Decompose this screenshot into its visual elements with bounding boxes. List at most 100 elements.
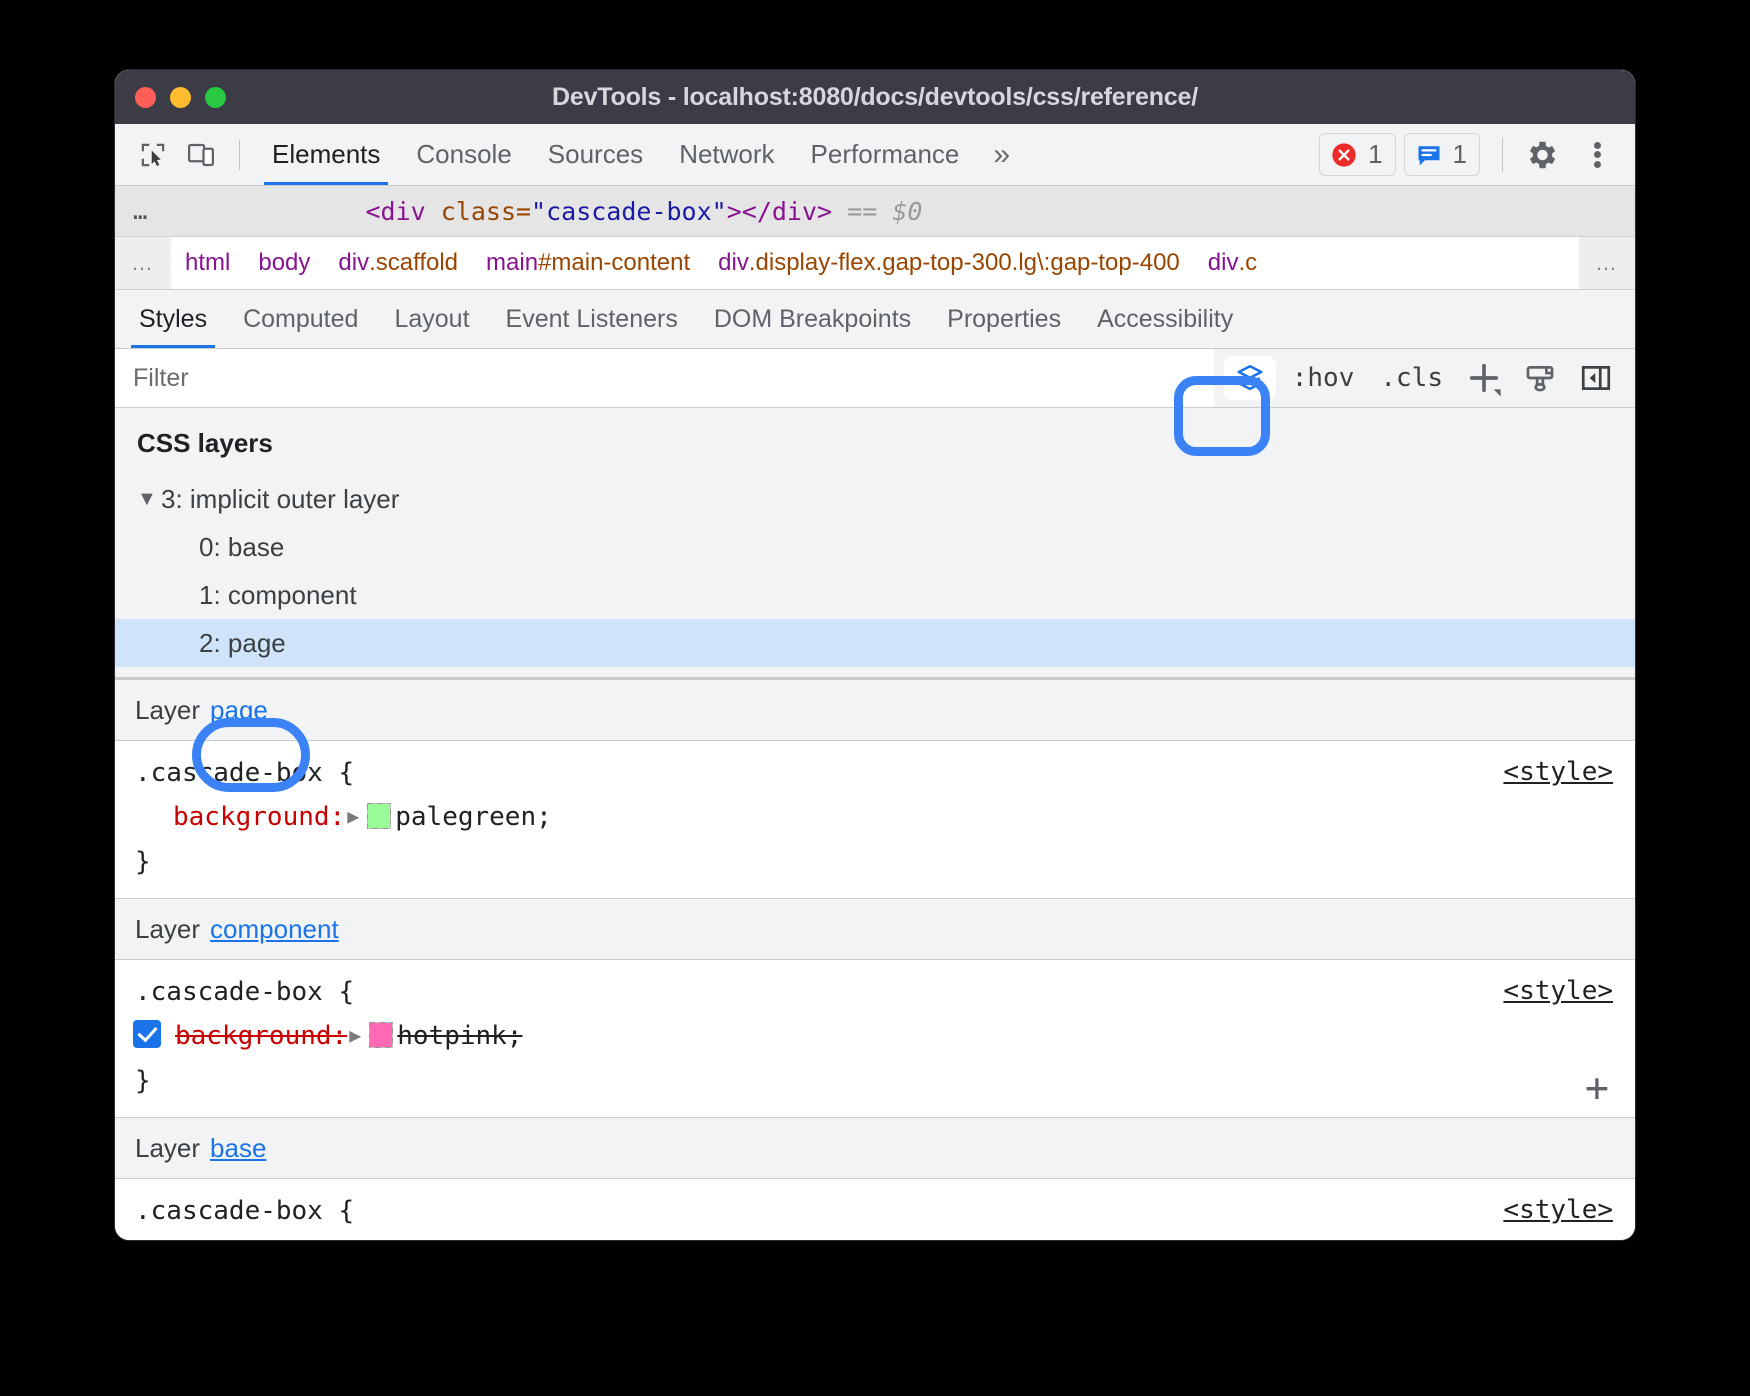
rule-selector-base-text: .cascade-box { xyxy=(135,1196,354,1226)
devtools-window: DevTools - localhost:8080/docs/devtools/… xyxy=(115,70,1635,1240)
toggle-sidebar-icon xyxy=(1579,361,1613,395)
rule-selector-component[interactable]: .cascade-box { xyxy=(115,970,1635,1014)
tab-performance[interactable]: Performance xyxy=(793,124,978,185)
declaration-value-hotpink[interactable]: hotpink; xyxy=(397,1021,522,1051)
tab-styles[interactable]: Styles xyxy=(121,290,225,348)
layer-header-component-label: Layer xyxy=(135,914,200,945)
rule-selector-base[interactable]: .cascade-box { xyxy=(115,1189,1635,1233)
color-swatch-palegreen[interactable] xyxy=(367,803,391,829)
tab-network[interactable]: Network xyxy=(661,124,792,185)
devtools-main-toolbar: Elements Console Sources Network Perform… xyxy=(115,124,1635,186)
declaration-background-palegreen[interactable]: background:▶ palegreen; xyxy=(115,795,1635,840)
minimize-button[interactable] xyxy=(170,87,191,108)
close-button[interactable] xyxy=(135,87,156,108)
tab-accessibility-label: Accessibility xyxy=(1097,305,1233,334)
inspect-element-icon[interactable] xyxy=(129,132,177,178)
layer-header-base-label: Layer xyxy=(135,1133,200,1164)
tab-elements-label: Elements xyxy=(272,139,380,170)
tab-layout-label: Layout xyxy=(394,305,469,334)
tab-layout[interactable]: Layout xyxy=(376,290,487,348)
expand-shorthand-icon[interactable]: ▶ xyxy=(349,1013,361,1057)
error-circle-icon xyxy=(1330,141,1358,169)
breadcrumb-overflow-right[interactable]: … xyxy=(1579,237,1635,289)
declaration-background-rebeccapurple[interactable]: background:▶rebeccapurple; xyxy=(115,1233,1635,1240)
breadcrumb-item-html[interactable]: html xyxy=(171,237,244,289)
tab-accessibility[interactable]: Accessibility xyxy=(1079,290,1251,348)
breadcrumb-item-body[interactable]: body xyxy=(244,237,324,289)
breadcrumb-item-main-content[interactable]: main#main-content xyxy=(472,237,704,289)
css-layers-toggle-button[interactable] xyxy=(1224,356,1276,400)
gear-icon[interactable] xyxy=(1517,131,1565,179)
print-media-button[interactable] xyxy=(1515,355,1565,401)
tab-computed-label: Computed xyxy=(243,305,358,334)
expand-shorthand-icon[interactable]: ▶ xyxy=(347,794,359,838)
toggle-pseudo-states-button[interactable]: :hov xyxy=(1282,363,1365,393)
toggle-sidebar-button[interactable] xyxy=(1571,355,1621,401)
tab-styles-label: Styles xyxy=(139,305,207,334)
tab-elements[interactable]: Elements xyxy=(254,124,398,185)
style-source-link-component[interactable]: <style> xyxy=(1503,976,1613,1006)
declaration-background-hotpink[interactable]: background:▶ hotpink; xyxy=(115,1014,1635,1059)
tab-console[interactable]: Console xyxy=(398,124,529,185)
layer-tree-item-implicit-outer[interactable]: ▼ 3: implicit outer layer xyxy=(115,475,1635,523)
tab-event-listeners[interactable]: Event Listeners xyxy=(488,290,696,348)
selected-node-markup[interactable]: <div class="cascade-box"></div> == $0 xyxy=(365,197,922,226)
layer-tree-item-base[interactable]: 0: base xyxy=(115,523,1635,571)
layer-header-component: Layer component xyxy=(115,899,1635,960)
rule-close-brace-component: } xyxy=(115,1059,1635,1103)
css-layers-title: CSS layers xyxy=(115,422,1635,475)
breadcrumb-item-div-display-flex[interactable]: div.display-flex.gap-top-300.lg\:gap-top… xyxy=(704,237,1194,289)
css-layers-pane: CSS layers ▼ 3: implicit outer layer 0: … xyxy=(115,408,1635,680)
more-tabs-icon[interactable]: » xyxy=(977,138,1026,172)
toolbar-divider-2 xyxy=(1502,138,1503,172)
layer-page-link[interactable]: page xyxy=(210,695,268,726)
kebab-menu-icon[interactable] xyxy=(1573,131,1621,179)
layer-tree-item-implicit-outer-label: 3: implicit outer layer xyxy=(161,484,399,515)
styles-pane-tabs: Styles Computed Layout Event Listeners D… xyxy=(115,290,1635,349)
declaration-property-hotpink[interactable]: background: xyxy=(175,1021,347,1051)
tab-dom-breakpoints-label: DOM Breakpoints xyxy=(714,305,911,334)
new-style-rule-button[interactable] xyxy=(1459,355,1509,401)
style-rule-component: <style> + .cascade-box { background:▶ hot… xyxy=(115,960,1635,1118)
tab-sources[interactable]: Sources xyxy=(530,124,661,185)
node-overflow-icon[interactable]: … xyxy=(133,197,149,225)
error-count: 1 xyxy=(1368,139,1382,170)
layer-tree-item-component[interactable]: 1: component xyxy=(115,571,1635,619)
filter-input[interactable]: Filter xyxy=(115,349,1214,407)
layer-tree-item-page[interactable]: 2: page xyxy=(115,619,1635,667)
breadcrumb-overflow-left[interactable]: … xyxy=(115,237,171,289)
declaration-property-palegreen[interactable]: background: xyxy=(173,802,345,832)
layer-header-page-label: Layer xyxy=(135,695,200,726)
tab-properties[interactable]: Properties xyxy=(929,290,1079,348)
node-ref: $0 xyxy=(892,197,922,226)
style-source-link-page[interactable]: <style> xyxy=(1503,757,1613,787)
rule-close-brace-page: } xyxy=(115,840,1635,884)
device-toolbar-icon[interactable] xyxy=(177,132,225,178)
window-titlebar: DevTools - localhost:8080/docs/devtools/… xyxy=(115,70,1635,124)
tab-computed[interactable]: Computed xyxy=(225,290,376,348)
declaration-value-palegreen[interactable]: palegreen; xyxy=(395,802,552,832)
toggle-element-classes-button[interactable]: .cls xyxy=(1370,363,1453,393)
zoom-button[interactable] xyxy=(205,87,226,108)
rule-selector-page[interactable]: .cascade-box { xyxy=(115,751,1635,795)
breadcrumb-item-div-c[interactable]: div.c xyxy=(1194,237,1271,289)
layer-component-link[interactable]: component xyxy=(210,914,339,945)
declaration-enabled-checkbox[interactable] xyxy=(133,1020,161,1048)
plus-icon xyxy=(1463,357,1505,399)
screenshot-stage: DevTools - localhost:8080/docs/devtools/… xyxy=(0,0,1750,1396)
node-attr-value: "cascade-box" xyxy=(531,197,727,226)
add-declaration-button[interactable]: + xyxy=(1585,1073,1609,1103)
tab-performance-label: Performance xyxy=(811,139,960,170)
panel-tabs: Elements Console Sources Network Perform… xyxy=(254,124,1026,185)
expand-shorthand-icon[interactable]: ▶ xyxy=(347,1232,359,1240)
filter-placeholder: Filter xyxy=(133,364,189,393)
tab-dom-breakpoints[interactable]: DOM Breakpoints xyxy=(696,290,929,348)
layer-base-link[interactable]: base xyxy=(210,1133,266,1164)
error-counter-button[interactable]: 1 xyxy=(1319,133,1395,176)
color-swatch-hotpink[interactable] xyxy=(369,1022,393,1048)
chevron-down-icon[interactable]: ▼ xyxy=(137,488,161,511)
style-source-link-base[interactable]: <style> xyxy=(1503,1195,1613,1225)
breadcrumb-item-div-scaffold[interactable]: div.scaffold xyxy=(324,237,472,289)
message-bubble-icon xyxy=(1415,141,1443,169)
message-counter-button[interactable]: 1 xyxy=(1404,133,1480,176)
